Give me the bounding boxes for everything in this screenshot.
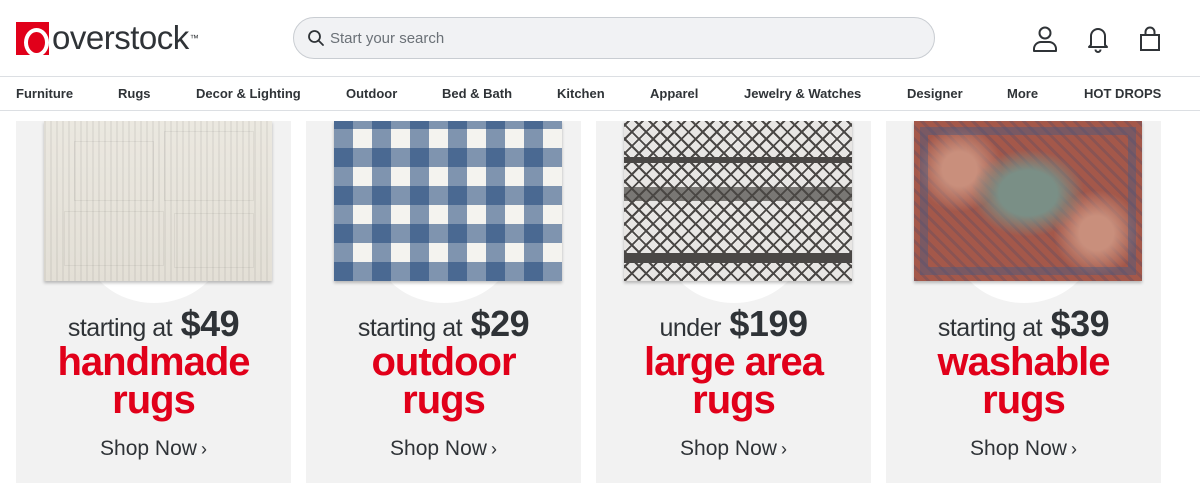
card-headline: handmade rugs — [57, 340, 250, 422]
price-line: starting at $39 — [886, 303, 1161, 345]
washable-rug-image — [914, 121, 1142, 281]
search-bar[interactable] — [293, 17, 935, 59]
shop-now-link[interactable]: Shop Now › — [306, 437, 581, 461]
nav-item-decor-lighting[interactable]: Decor & Lighting — [196, 77, 301, 110]
card-headline: outdoor rugs — [371, 340, 516, 422]
chevron-right-icon: › — [780, 439, 787, 459]
promo-card-washable-rugs[interactable]: starting at $39 washable rugs Shop Now › — [886, 121, 1161, 483]
promo-card-outdoor-rugs[interactable]: starting at $29 outdoor rugs Shop Now › — [306, 121, 581, 483]
nav-item-hot-drops[interactable]: HOT DROPS — [1084, 77, 1161, 110]
price-line: under $199 — [596, 303, 871, 345]
price-prefix: starting at — [357, 314, 463, 342]
bell-icon[interactable] — [1082, 23, 1114, 55]
overstock-logo[interactable]: overstock™ — [16, 19, 199, 57]
price-value: $49 — [180, 303, 240, 344]
price-prefix: starting at — [937, 314, 1043, 342]
category-nav: Furniture Rugs Decor & Lighting Outdoor … — [0, 76, 1200, 111]
price-line: starting at $29 — [306, 303, 581, 345]
large-area-rug-image — [624, 121, 852, 281]
shop-now-link[interactable]: Shop Now › — [16, 437, 291, 461]
chevron-right-icon: › — [490, 439, 497, 459]
logo-mark-icon — [16, 21, 49, 57]
price-value: $29 — [470, 303, 530, 344]
logo-text: overstock™ — [52, 19, 199, 56]
card-headline: washable rugs — [937, 340, 1110, 422]
chevron-right-icon: › — [200, 439, 207, 459]
search-icon — [306, 28, 326, 48]
nav-item-designer[interactable]: Designer — [907, 77, 963, 110]
nav-item-rugs[interactable]: Rugs — [118, 77, 151, 110]
price-prefix: under — [659, 314, 722, 342]
promo-card-handmade-rugs[interactable]: starting at $49 handmade rugs Shop Now › — [16, 121, 291, 483]
nav-item-outdoor[interactable]: Outdoor — [346, 77, 397, 110]
card-headline: large area rugs — [643, 340, 824, 422]
nav-item-apparel[interactable]: Apparel — [650, 77, 698, 110]
nav-item-jewelry-watches[interactable]: Jewelry & Watches — [744, 77, 861, 110]
site-header: overstock™ — [0, 0, 1200, 76]
nav-item-furniture[interactable]: Furniture — [16, 77, 73, 110]
nav-item-bed-bath[interactable]: Bed & Bath — [442, 77, 512, 110]
nav-item-kitchen[interactable]: Kitchen — [557, 77, 605, 110]
handmade-rug-image — [44, 121, 272, 281]
promo-card-large-area-rugs[interactable]: under $199 large area rugs Shop Now › — [596, 121, 871, 483]
search-input[interactable] — [330, 29, 910, 47]
chevron-right-icon: › — [1070, 439, 1077, 459]
price-line: starting at $49 — [16, 303, 291, 345]
account-icon[interactable] — [1029, 23, 1061, 55]
cart-bag-icon[interactable] — [1134, 23, 1166, 55]
price-value: $199 — [729, 303, 808, 344]
shop-now-link[interactable]: Shop Now › — [886, 437, 1161, 461]
price-value: $39 — [1050, 303, 1110, 344]
nav-item-more[interactable]: More — [1007, 77, 1038, 110]
shop-now-link[interactable]: Shop Now › — [596, 437, 871, 461]
price-prefix: starting at — [67, 314, 173, 342]
outdoor-rug-image — [334, 121, 562, 281]
